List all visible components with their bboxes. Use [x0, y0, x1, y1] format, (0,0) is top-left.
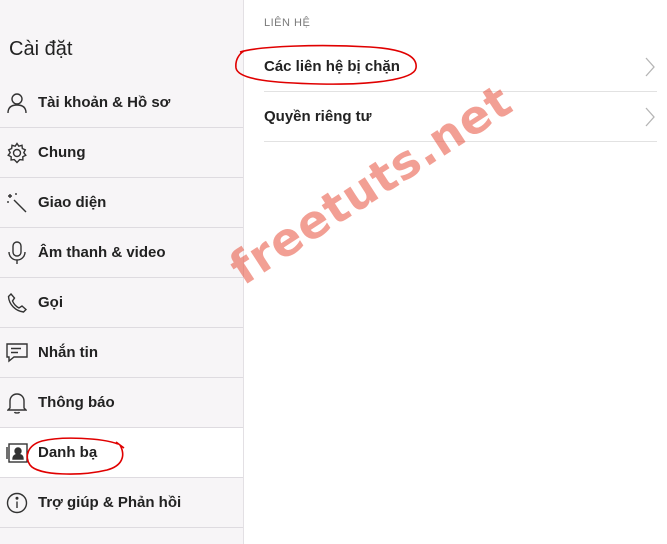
- sidebar-item-appearance[interactable]: Giao diện: [0, 178, 243, 228]
- sidebar-item-label: Giao diện: [38, 194, 107, 211]
- person-icon: [6, 92, 28, 114]
- sidebar-item-audio-video[interactable]: Âm thanh & video: [0, 228, 243, 278]
- sidebar-item-account-profile[interactable]: Tài khoản & Hồ sơ: [0, 78, 243, 128]
- settings-menu: Tài khoản & Hồ sơ Chung Giao diện Âm tha…: [0, 78, 243, 528]
- row-label: Quyền riêng tư: [264, 108, 372, 125]
- sidebar-item-calls[interactable]: Gọi: [0, 278, 243, 328]
- sidebar-item-contacts[interactable]: Danh bạ: [0, 428, 243, 478]
- sidebar-item-label: Tài khoản & Hồ sơ: [38, 94, 171, 111]
- row-label: Các liên hệ bị chặn: [264, 58, 400, 75]
- contacts-settings-panel: LIÊN HỆ Các liên hệ bị chặn Quyền riêng …: [244, 0, 667, 544]
- sidebar-item-label: Trợ giúp & Phản hồi: [38, 494, 182, 511]
- sidebar-item-label: Chung: [38, 144, 86, 161]
- chat-icon: [6, 342, 28, 364]
- blocked-contacts-row[interactable]: Các liên hệ bị chặn: [264, 42, 657, 92]
- gear-icon: [6, 141, 28, 164]
- chevron-right-icon: [645, 107, 655, 132]
- bell-icon: [6, 392, 28, 414]
- contacts-icon: [6, 442, 28, 464]
- sidebar-item-label: Âm thanh & video: [38, 244, 166, 261]
- sidebar-item-label: Danh bạ: [38, 444, 98, 461]
- microphone-icon: [6, 240, 28, 264]
- sidebar-item-help-feedback[interactable]: Trợ giúp & Phản hồi: [0, 478, 243, 528]
- section-header: LIÊN HỆ: [264, 17, 311, 29]
- sidebar-item-general[interactable]: Chung: [0, 128, 243, 178]
- sidebar-item-label: Thông báo: [38, 394, 115, 411]
- magic-wand-icon: [6, 192, 28, 214]
- sidebar-item-label: Nhắn tin: [38, 344, 98, 361]
- settings-sidebar: Cài đặt Tài khoản & Hồ sơ Chung Giao diệ…: [0, 0, 244, 544]
- phone-icon: [6, 292, 28, 314]
- sidebar-title: Cài đặt: [9, 38, 73, 60]
- sidebar-item-notifications[interactable]: Thông báo: [0, 378, 243, 428]
- info-icon: [6, 492, 28, 514]
- sidebar-item-messaging[interactable]: Nhắn tin: [0, 328, 243, 378]
- sidebar-item-label: Gọi: [38, 294, 63, 311]
- chevron-right-icon: [645, 57, 655, 82]
